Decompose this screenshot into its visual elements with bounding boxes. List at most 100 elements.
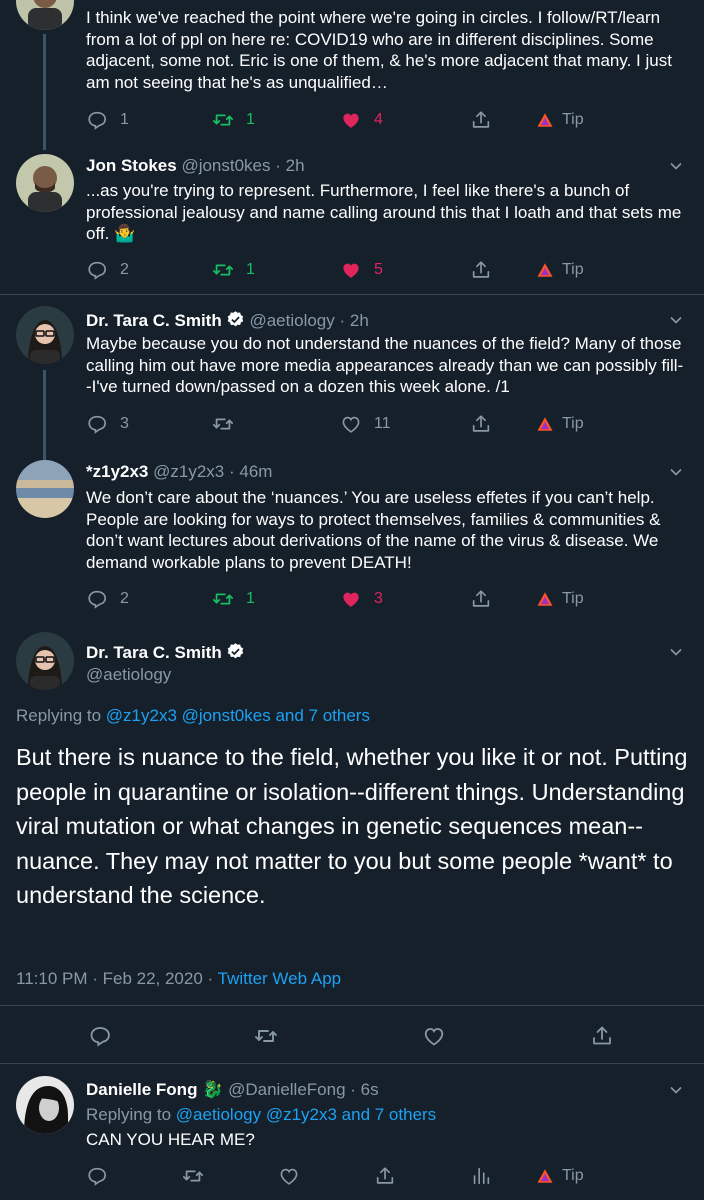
reply-tweet[interactable]: Danielle Fong 🐉 @DanielleFong · 6s Reply… [0,1064,704,1200]
analytics-icon [470,1165,492,1187]
like-count: 11 [374,415,391,432]
tip-button[interactable]: Tip [536,410,584,438]
share-button[interactable] [470,106,492,134]
tip-button[interactable]: Tip [536,256,584,284]
author-name[interactable]: Jon Stokes [86,156,177,175]
reply-icon[interactable] [88,1024,112,1048]
tweet-3[interactable]: *z1y2x3 @z1y2x3 · 46m We don’t care abou… [0,454,704,624]
tweet-text: Maybe because you do not understand the … [86,334,684,396]
tweet-timestamp[interactable]: 11:10 PM · Feb 22, 2020 [16,969,203,988]
brave-tip-icon [536,111,554,129]
tweet-2[interactable]: Dr. Tara C. Smith @aetiology · 2h Maybe … [0,300,704,466]
tweet-header: Jon Stokes @jonst0kes · 2h [86,156,305,176]
avatar-tara-smith[interactable] [16,632,74,690]
tip-label: Tip [562,415,584,432]
tweet-actions: 2 1 5 Tip [86,256,686,284]
tweet-time[interactable]: · 6s [350,1080,378,1099]
share-icon [374,1165,396,1187]
share-icon [470,259,492,281]
tweet-time[interactable]: · 46m [229,462,272,481]
verified-badge-icon [226,642,245,661]
tip-button[interactable]: Tip [536,1162,584,1190]
replying-targets[interactable]: @z1y2x3 @jonst0kes and 7 others [106,706,370,725]
tweet-actions: Tip [86,1162,686,1190]
author-name[interactable]: Dr. Tara C. Smith [86,643,222,662]
author-handle[interactable]: @aetiology [249,311,334,330]
replying-targets[interactable]: @aetiology @z1y2x3 and 7 others [176,1105,436,1124]
like-button[interactable]: 11 [340,410,391,438]
author-name[interactable]: Dr. Tara C. Smith [86,311,222,330]
reply-icon [86,109,108,131]
retweet-button[interactable]: 1 [212,585,255,613]
tweet-1[interactable]: Jon Stokes @jonst0kes · 2h ...as you're … [0,148,704,296]
avatar-jon-stokes[interactable] [16,0,74,30]
share-button[interactable] [470,256,492,284]
verified-badge-icon [226,310,245,329]
retweet-icon [212,413,234,435]
tweet-0[interactable]: I think we've reached the point where we… [0,0,704,150]
tweet-time[interactable]: · 2h [340,311,369,330]
retweet-button[interactable] [182,1162,204,1190]
retweet-icon [212,588,234,610]
retweet-button[interactable] [212,410,234,438]
tip-button[interactable]: Tip [536,106,584,134]
avatar-tara-smith[interactable] [16,306,74,364]
chevron-down-icon[interactable] [668,312,684,328]
brave-tip-icon [536,415,554,433]
like-button[interactable]: 4 [340,106,383,134]
chevron-down-icon[interactable] [668,158,684,174]
retweet-icon [212,259,234,281]
author-handle[interactable]: @jonst0kes [181,156,270,175]
avatar-z1y2x3[interactable] [16,460,74,518]
retweet-button[interactable]: 1 [212,256,255,284]
focused-tweet-text: But there is nuance to the field, whethe… [16,744,688,908]
retweet-count: 1 [246,111,255,128]
reply-button[interactable]: 2 [86,256,129,284]
replying-to: Replying to @aetiology @z1y2x3 and 7 oth… [86,1105,436,1125]
analytics-button[interactable] [470,1162,492,1190]
tweet-time[interactable]: · 2h [275,156,304,175]
retweet-icon [212,109,234,131]
like-button[interactable]: 5 [340,256,383,284]
like-count: 5 [374,261,383,278]
avatar-danielle-fong[interactable] [16,1076,74,1134]
tweet-text: ...as you're trying to represent. Furthe… [86,181,682,243]
reply-count: 1 [120,111,129,128]
chevron-down-icon[interactable] [668,1082,684,1098]
tip-label: Tip [562,590,584,607]
author-handle[interactable]: @aetiology [86,665,171,685]
retweet-button[interactable]: 1 [212,106,255,134]
tweet-source[interactable]: Twitter Web App [218,969,341,988]
reply-button[interactable]: 2 [86,585,129,613]
focused-tweet-actions [0,1022,704,1052]
tweet-header: Dr. Tara C. Smith @aetiology · 2h [86,310,369,331]
tip-label: Tip [562,1167,584,1184]
tweet-actions: 3 11 Tip [86,410,686,438]
heart-icon[interactable] [422,1024,446,1048]
author-name[interactable]: Danielle Fong [86,1080,197,1099]
author-handle[interactable]: @DanielleFong [228,1080,345,1099]
share-button[interactable] [470,410,492,438]
like-button[interactable] [278,1162,300,1190]
author-handle[interactable]: @z1y2x3 [153,462,224,481]
reply-button[interactable] [86,1162,108,1190]
heart-icon [278,1165,300,1187]
avatar-jon-stokes[interactable] [16,154,74,212]
retweet-count: 1 [246,590,255,607]
reply-button[interactable]: 3 [86,410,129,438]
share-button[interactable] [374,1162,396,1190]
chevron-down-icon[interactable] [668,644,684,660]
heart-filled-icon [340,588,362,610]
share-button[interactable] [470,585,492,613]
brave-tip-icon [536,1167,554,1185]
chevron-down-icon[interactable] [668,464,684,480]
like-button[interactable]: 3 [340,585,383,613]
reply-count: 3 [120,415,129,432]
share-icon[interactable] [590,1024,614,1048]
retweet-icon[interactable] [254,1024,278,1048]
author-name[interactable]: *z1y2x3 [86,462,148,481]
tip-button[interactable]: Tip [536,585,584,613]
reply-button[interactable]: 1 [86,106,129,134]
tweet-header: Danielle Fong 🐉 @DanielleFong · 6s [86,1080,379,1100]
heart-icon [340,413,362,435]
